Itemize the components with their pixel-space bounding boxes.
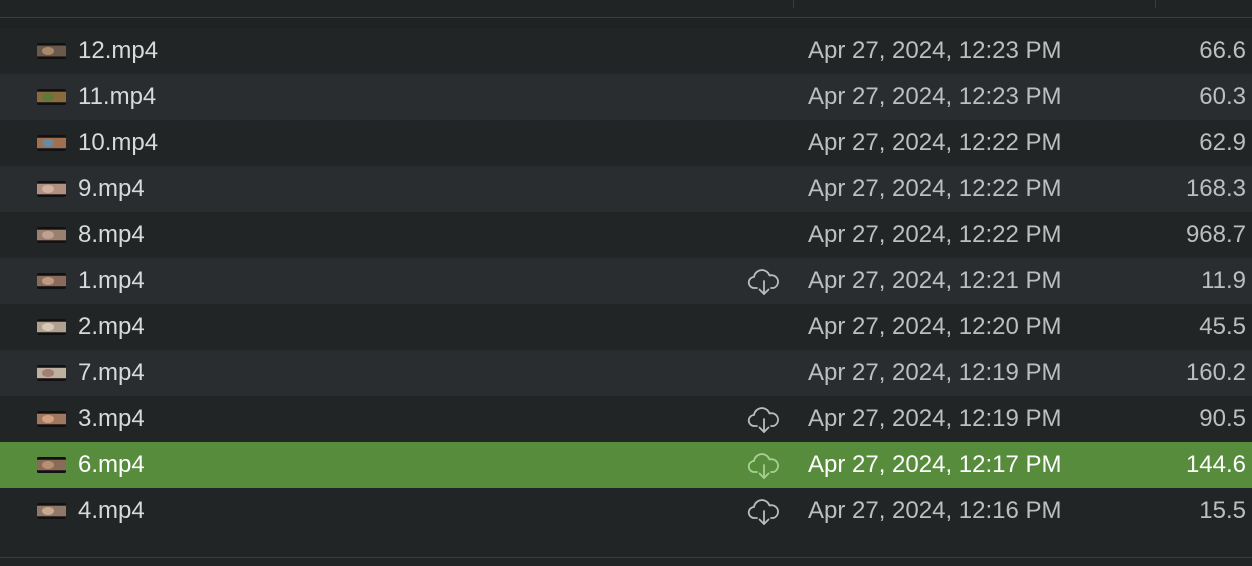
file-size: 168.3	[1185, 175, 1246, 202]
file-size: 160.2	[1185, 359, 1246, 386]
cloud-download-icon[interactable]	[746, 406, 782, 434]
video-thumbnail-icon	[37, 43, 66, 59]
file-row[interactable]: 6.mp4 Apr 27, 2024, 12:17 PM 144.6	[0, 442, 1252, 488]
file-name[interactable]: 4.mp4	[78, 488, 145, 534]
file-row[interactable]: 3.mp4 Apr 27, 2024, 12:19 PM 90.5	[0, 396, 1252, 442]
file-name[interactable]: 12.mp4	[78, 28, 158, 74]
video-thumbnail-icon	[37, 89, 66, 105]
video-thumbnail-icon	[37, 457, 66, 473]
date-modified: Apr 27, 2024, 12:22 PM	[808, 175, 1062, 202]
cloud-download-icon[interactable]	[746, 498, 782, 526]
file-row[interactable]: 1.mp4 Apr 27, 2024, 12:21 PM 11.9	[0, 258, 1252, 304]
file-name[interactable]: 3.mp4	[78, 396, 145, 442]
file-size: 11.9	[1201, 267, 1246, 294]
file-name[interactable]: 9.mp4	[78, 166, 145, 212]
file-size: 15.5	[1199, 497, 1246, 524]
column-divider[interactable]	[793, 0, 794, 8]
video-thumbnail-icon	[37, 503, 66, 519]
video-thumbnail-icon	[37, 273, 66, 289]
date-modified: Apr 27, 2024, 12:22 PM	[808, 221, 1062, 248]
video-thumbnail-icon	[37, 319, 66, 335]
file-row[interactable]: 2.mp4 Apr 27, 2024, 12:20 PM 45.5	[0, 304, 1252, 350]
file-size: 45.5	[1199, 313, 1246, 340]
date-modified: Apr 27, 2024, 12:23 PM	[808, 83, 1062, 110]
file-name[interactable]: 11.mp4	[78, 74, 156, 120]
file-name[interactable]: 6.mp4	[78, 442, 145, 488]
footer-divider	[0, 557, 1252, 558]
file-size: 144.6	[1185, 451, 1246, 478]
file-name[interactable]: 10.mp4	[78, 120, 158, 166]
date-modified: Apr 27, 2024, 12:20 PM	[808, 313, 1062, 340]
video-thumbnail-icon	[37, 227, 66, 243]
file-name[interactable]: 8.mp4	[78, 212, 145, 258]
video-thumbnail-icon	[37, 181, 66, 197]
file-size: 62.9	[1199, 129, 1246, 156]
date-modified: Apr 27, 2024, 12:19 PM	[808, 405, 1062, 432]
date-modified: Apr 27, 2024, 12:21 PM	[808, 267, 1062, 294]
column-header-bar	[0, 0, 1252, 18]
video-thumbnail-icon	[37, 135, 66, 151]
file-row[interactable]: 12.mp4 Apr 27, 2024, 12:23 PM 66.6	[0, 28, 1252, 74]
file-name[interactable]: 7.mp4	[78, 350, 145, 396]
file-row[interactable]: 4.mp4 Apr 27, 2024, 12:16 PM 15.5	[0, 488, 1252, 534]
file-size: 968.7	[1185, 221, 1246, 248]
file-name[interactable]: 1.mp4	[78, 258, 145, 304]
date-modified: Apr 27, 2024, 12:23 PM	[808, 37, 1062, 64]
file-name[interactable]: 2.mp4	[78, 304, 145, 350]
file-size: 90.5	[1199, 405, 1246, 432]
cloud-download-icon[interactable]	[746, 452, 782, 480]
file-size: 66.6	[1199, 37, 1246, 64]
list-footer	[0, 534, 1252, 566]
cloud-download-icon[interactable]	[746, 268, 782, 296]
file-row[interactable]: 10.mp4 Apr 27, 2024, 12:22 PM 62.9	[0, 120, 1252, 166]
video-thumbnail-icon	[37, 411, 66, 427]
column-divider[interactable]	[1155, 0, 1156, 8]
date-modified: Apr 27, 2024, 12:17 PM	[808, 451, 1062, 478]
file-list: 12.mp4 Apr 27, 2024, 12:23 PM 66.6 11.mp4 Ap…	[0, 28, 1252, 534]
file-size: 60.3	[1199, 83, 1246, 110]
file-row[interactable]: 8.mp4 Apr 27, 2024, 12:22 PM 968.7	[0, 212, 1252, 258]
file-row[interactable]: 11.mp4 Apr 27, 2024, 12:23 PM 60.3	[0, 74, 1252, 120]
file-row[interactable]: 9.mp4 Apr 27, 2024, 12:22 PM 168.3	[0, 166, 1252, 212]
video-thumbnail-icon	[37, 365, 66, 381]
file-row[interactable]: 7.mp4 Apr 27, 2024, 12:19 PM 160.2	[0, 350, 1252, 396]
date-modified: Apr 27, 2024, 12:16 PM	[808, 497, 1062, 524]
date-modified: Apr 27, 2024, 12:22 PM	[808, 129, 1062, 156]
date-modified: Apr 27, 2024, 12:19 PM	[808, 359, 1062, 386]
